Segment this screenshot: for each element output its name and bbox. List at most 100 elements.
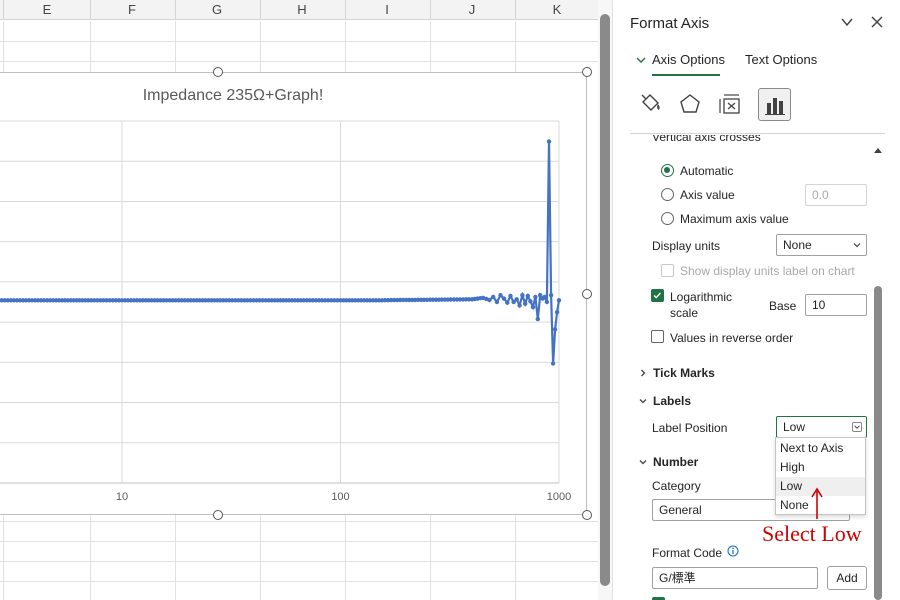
- values-reverse-checkbox[interactable]: [651, 330, 664, 343]
- axis-value-radio[interactable]: [661, 188, 674, 201]
- tab-axis-options[interactable]: Axis Options: [652, 52, 725, 67]
- pane-scroll-up[interactable]: [872, 142, 884, 153]
- gridline: [0, 561, 598, 562]
- maximum-axis-value-radio[interactable]: [661, 212, 674, 225]
- data-series[interactable]: [0, 139, 562, 366]
- column-header-j[interactable]: J: [457, 0, 487, 20]
- series-point: [487, 297, 492, 303]
- chart-plot: Impedance 235Ω+Graph! 10 100 1000: [0, 87, 571, 503]
- automatic-label[interactable]: Automatic: [680, 164, 733, 178]
- column-header-k[interactable]: K: [542, 0, 572, 20]
- chevron-down-icon: [852, 422, 862, 432]
- base-input[interactable]: 10: [805, 294, 867, 316]
- chevron-down-icon: [853, 243, 861, 248]
- series-point: [544, 299, 550, 305]
- series-point: [548, 293, 554, 298]
- show-display-units-checkbox[interactable]: [661, 264, 674, 277]
- size-properties-icon[interactable]: [715, 88, 747, 120]
- chart-resize-handle-top-right[interactable]: [582, 67, 592, 77]
- series-point: [530, 304, 536, 310]
- column-separator: [260, 0, 261, 20]
- series-point: [520, 293, 525, 298]
- chevron-down-icon[interactable]: [638, 396, 648, 406]
- series-point: [542, 294, 547, 300]
- axis-options-icon[interactable]: [759, 89, 791, 121]
- series-point: [505, 300, 510, 305]
- chart-area[interactable]: Impedance 235Ω+Graph! 10 100 1000: [0, 67, 592, 520]
- format-code-input[interactable]: G/標準: [652, 567, 818, 589]
- pane-vertical-scrollbar[interactable]: [874, 286, 882, 600]
- worksheet[interactable]: E F G H I J K Impedance 235Ω+Graph! 10 10…: [0, 0, 598, 600]
- column-separator: [430, 0, 431, 20]
- column-header-row: E F G H I J K: [0, 0, 598, 20]
- number-section[interactable]: Number: [653, 455, 698, 469]
- annotation-text: Select Low: [762, 521, 862, 546]
- column-header-f[interactable]: F: [117, 0, 147, 20]
- display-units-label: Display units: [652, 239, 721, 253]
- series-point: [517, 303, 522, 308]
- column-header-e[interactable]: E: [32, 0, 62, 20]
- base-label: Base: [769, 299, 797, 313]
- column-separator: [90, 0, 91, 20]
- column-separator: [175, 0, 176, 20]
- logarithmic-scale-checkbox[interactable]: [651, 289, 664, 302]
- automatic-radio[interactable]: [661, 164, 674, 177]
- column-separator: [345, 0, 346, 20]
- axis-value-input[interactable]: 0.0: [805, 184, 867, 206]
- add-format-code-button[interactable]: Add: [827, 566, 867, 590]
- series-point: [556, 298, 562, 303]
- column-separator: [515, 0, 516, 20]
- gridline: [0, 581, 598, 582]
- checkmark-icon: [653, 292, 661, 299]
- option-next-to-axis[interactable]: Next to Axis: [776, 439, 865, 458]
- chevron-down-icon[interactable]: [638, 457, 648, 467]
- annotation-arrow-icon: [811, 487, 823, 519]
- series-point: [554, 310, 560, 315]
- series-point: [546, 139, 552, 144]
- values-reverse-label[interactable]: Values in reverse order: [670, 331, 793, 345]
- series-point: [494, 299, 500, 305]
- vertical-axis-crosses-label: Vertical axis crosses: [652, 135, 761, 144]
- column-header-g[interactable]: G: [202, 0, 232, 20]
- label-position-dropdown[interactable]: Low: [776, 416, 867, 438]
- logarithmic-label[interactable]: Logarithmic: [670, 290, 732, 304]
- series-point: [523, 301, 528, 306]
- chart-resize-handle-top[interactable]: [213, 67, 223, 77]
- series-point: [498, 293, 503, 298]
- chevron-down-icon[interactable]: [839, 14, 855, 30]
- info-icon[interactable]: [727, 545, 739, 557]
- series-point: [491, 294, 496, 300]
- tick-marks-section[interactable]: Tick Marks: [653, 366, 715, 380]
- column-separator: [3, 0, 4, 20]
- fill-line-icon[interactable]: [634, 88, 666, 120]
- series-point: [528, 299, 533, 304]
- chart-title[interactable]: Impedance 235Ω+Graph!: [143, 87, 324, 104]
- close-icon[interactable]: [870, 15, 884, 29]
- chevron-down-icon: [636, 57, 646, 63]
- scale-label[interactable]: scale: [670, 306, 698, 320]
- chart-resize-handle-bottom[interactable]: [213, 510, 223, 520]
- option-high[interactable]: High: [776, 458, 865, 477]
- maximum-axis-value-label[interactable]: Maximum axis value: [680, 212, 789, 226]
- pane-title: Format Axis: [630, 15, 710, 32]
- column-header-h[interactable]: H: [287, 0, 317, 20]
- chart-resize-handle-bottom-right[interactable]: [582, 510, 592, 520]
- series-point: [533, 294, 538, 300]
- display-units-value: None: [783, 238, 812, 252]
- column-header-i[interactable]: I: [372, 0, 402, 20]
- display-units-dropdown[interactable]: None: [776, 234, 867, 256]
- gridline: [0, 521, 598, 522]
- axis-value-label[interactable]: Axis value: [680, 188, 735, 202]
- effects-icon[interactable]: [674, 88, 706, 120]
- tab-text-options[interactable]: Text Options: [745, 52, 817, 67]
- series-point: [508, 293, 513, 299]
- labels-section[interactable]: Labels: [653, 394, 691, 408]
- label-position-value: Low: [783, 420, 806, 434]
- x-axis-tick-labels: 10 100 1000: [116, 491, 571, 503]
- chart-resize-handle-right[interactable]: [582, 289, 592, 299]
- gridline: [0, 41, 598, 42]
- category-label: Category: [652, 479, 701, 493]
- sheet-vertical-scrollbar[interactable]: [600, 14, 610, 586]
- series-point: [535, 316, 540, 322]
- chevron-right-icon[interactable]: [638, 368, 648, 378]
